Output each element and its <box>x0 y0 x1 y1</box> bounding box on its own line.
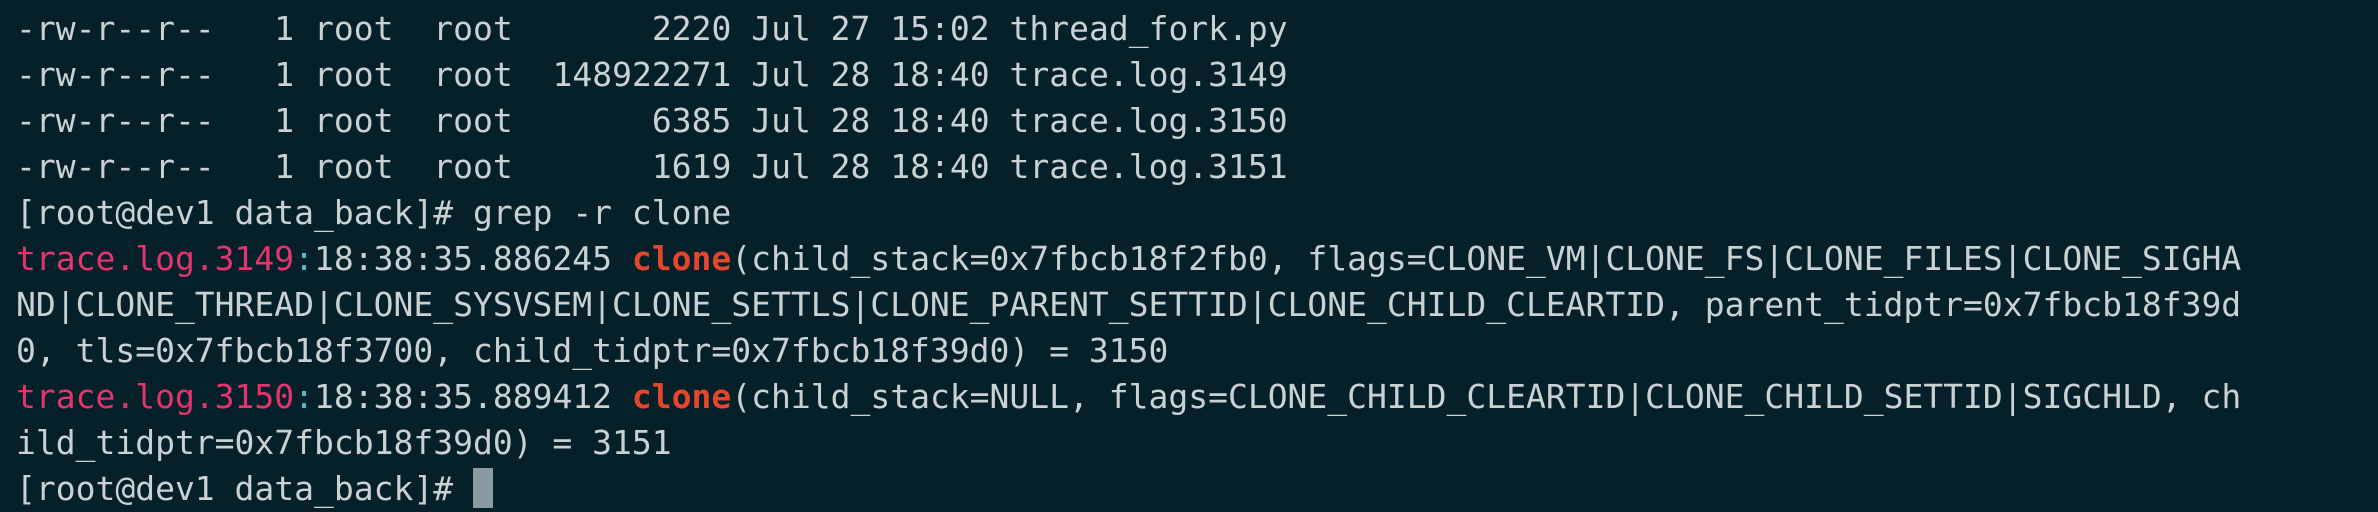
ls-row: -rw-r--r-- 1 root root 6385 Jul 28 18:40… <box>16 98 2378 144</box>
file-name: trace.log.3150 <box>1009 101 1288 140</box>
file-group: root <box>433 9 513 48</box>
grep-result-line: trace.log.3150:18:38:35.889412 clone(chi… <box>16 374 2378 420</box>
link-count: 1 <box>274 55 295 94</box>
ls-row: -rw-r--r-- 1 root root 148922271 Jul 28 … <box>16 52 2378 98</box>
grep-result-continuation: ND|CLONE_THREAD|CLONE_SYSVSEM|CLONE_SETT… <box>16 282 2378 328</box>
ls-row: -rw-r--r-- 1 root root 2220 Jul 27 15:02… <box>16 6 2378 52</box>
file-date: Jul 28 18:40 <box>751 147 990 186</box>
file-name: trace.log.3149 <box>1009 55 1288 94</box>
file-permissions: -rw-r--r-- <box>16 55 215 94</box>
file-size: 1619 <box>651 147 732 186</box>
file-date: Jul 27 15:02 <box>751 9 990 48</box>
match-highlight: clone <box>631 377 732 416</box>
file-date: Jul 28 18:40 <box>751 55 990 94</box>
command-line[interactable]: [root@dev1 data_back]# <box>16 466 2378 512</box>
shell-command: grep -r clone <box>472 193 732 232</box>
file-permissions: -rw-r--r-- <box>16 147 215 186</box>
link-count: 1 <box>274 147 295 186</box>
file-size: 6385 <box>651 101 732 140</box>
file-owner: root <box>314 147 394 186</box>
link-count: 1 <box>274 9 295 48</box>
shell-prompt: [root@dev1 data_back]# <box>16 469 473 508</box>
match-filename: trace.log.3150 <box>16 377 295 416</box>
link-count: 1 <box>274 101 295 140</box>
file-name: thread_fork.py <box>1009 9 1288 48</box>
text-cursor[interactable] <box>472 468 493 508</box>
grep-result-continuation: ild_tidptr=0x7fbcb18f39d0) = 3151 <box>16 420 2378 466</box>
match-timestamp: 18:38:35.886245 <box>314 239 632 278</box>
file-group: root <box>433 147 513 186</box>
match-text: ild_tidptr=0x7fbcb18f39d0) = 3151 <box>16 423 672 462</box>
file-owner: root <box>314 9 394 48</box>
file-permissions: -rw-r--r-- <box>16 9 215 48</box>
file-size: 148922271 <box>552 55 732 94</box>
match-text: (child_stack=NULL, flags=CLONE_CHILD_CLE… <box>731 377 2242 416</box>
file-owner: root <box>314 55 394 94</box>
match-text: 0, tls=0x7fbcb18f3700, child_tidptr=0x7f… <box>16 331 1169 370</box>
file-owner: root <box>314 101 394 140</box>
terminal-window[interactable]: -rw-r--r-- 1 root root 2220 Jul 27 15:02… <box>0 0 2378 510</box>
grep-result-continuation: 0, tls=0x7fbcb18f3700, child_tidptr=0x7f… <box>16 328 2378 374</box>
file-size: 2220 <box>651 9 732 48</box>
file-permissions: -rw-r--r-- <box>16 101 215 140</box>
shell-prompt: [root@dev1 data_back]# <box>16 193 473 232</box>
command-line: [root@dev1 data_back]# grep -r clone <box>16 190 2378 236</box>
match-highlight: clone <box>631 239 732 278</box>
match-filename: trace.log.3149 <box>16 239 295 278</box>
ls-row: -rw-r--r-- 1 root root 1619 Jul 28 18:40… <box>16 144 2378 190</box>
match-text: (child_stack=0x7fbcb18f2fb0, flags=CLONE… <box>731 239 2242 278</box>
match-text: ND|CLONE_THREAD|CLONE_SYSVSEM|CLONE_SETT… <box>16 285 2242 324</box>
file-date: Jul 28 18:40 <box>751 101 990 140</box>
grep-result-line: trace.log.3149:18:38:35.886245 clone(chi… <box>16 236 2378 282</box>
file-name: trace.log.3151 <box>1009 147 1288 186</box>
match-separator: : <box>294 377 315 416</box>
file-group: root <box>433 101 513 140</box>
match-separator: : <box>294 239 315 278</box>
file-group: root <box>433 55 513 94</box>
match-timestamp: 18:38:35.889412 <box>314 377 632 416</box>
